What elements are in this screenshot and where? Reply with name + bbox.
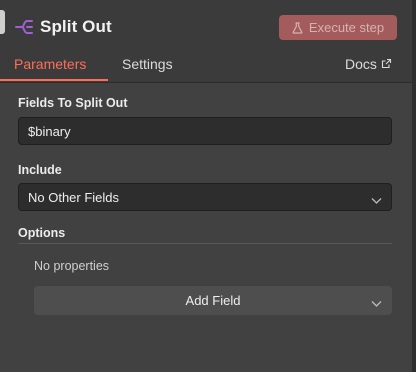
split-out-icon [14,17,34,37]
docs-link[interactable]: Docs [345,56,392,72]
chevron-down-icon [371,193,382,208]
execute-step-label: Execute step [308,20,385,35]
options-divider [18,243,392,244]
panel-drag-handle[interactable] [0,10,5,34]
include-select[interactable]: No Other Fields [18,183,392,211]
node-details-panel: Split Out Execute step Parameters Settin… [0,0,416,372]
add-field-dropdown[interactable]: Add Field [34,286,392,315]
include-label: Include [18,163,62,177]
fields-to-split-label: Fields To Split Out [18,96,128,110]
flask-icon [292,21,303,34]
node-title[interactable]: Split Out [40,17,112,37]
tab-parameters[interactable]: Parameters [14,56,86,72]
parameters-body: Fields To Split Out $binary Include No O… [0,83,416,372]
execute-step-button[interactable]: Execute step [279,15,397,40]
chevron-down-icon [371,296,382,311]
tab-settings[interactable]: Settings [122,56,173,72]
fields-to-split-input[interactable]: $binary [18,117,392,145]
options-label: Options [18,226,66,240]
fields-to-split-value: $binary [28,123,71,139]
tab-bar: Parameters Settings Docs [0,52,416,83]
panel-right-border [412,0,416,372]
add-field-label: Add Field [185,293,241,308]
external-link-icon [381,56,392,72]
no-properties-text: No properties [34,259,110,273]
panel-header: Split Out Execute step [0,0,416,52]
include-value: No Other Fields [28,189,120,205]
docs-label: Docs [345,56,377,72]
active-tab-indicator [0,79,108,81]
